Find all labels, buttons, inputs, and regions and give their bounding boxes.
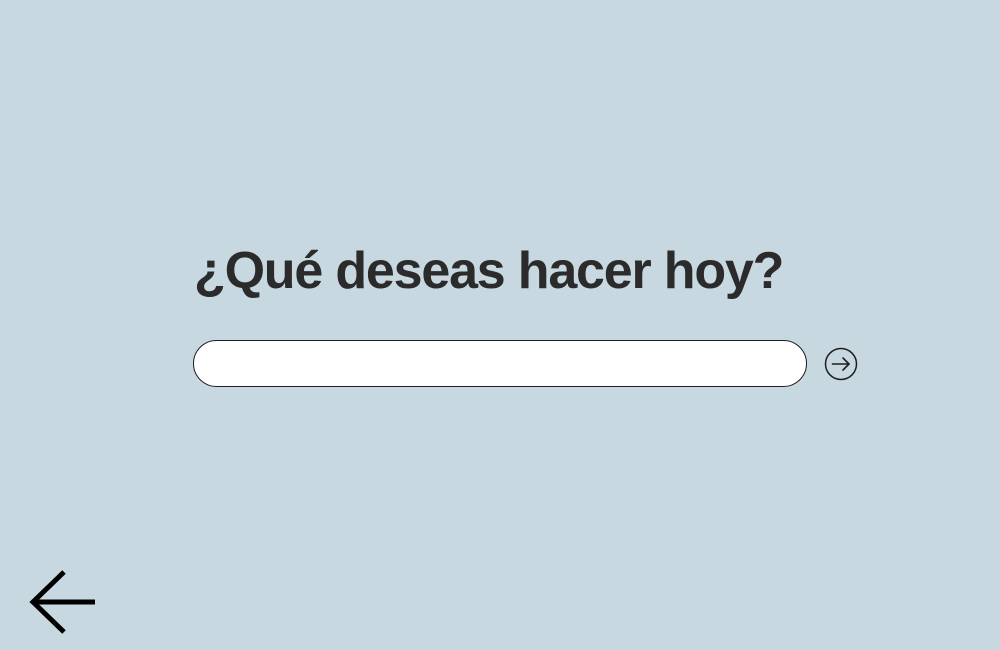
search-input[interactable] <box>193 340 807 387</box>
prompt-screen: ¿Qué deseas hacer hoy? <box>0 0 1000 650</box>
arrow-left-icon <box>28 568 98 636</box>
back-button[interactable] <box>28 568 98 636</box>
arrow-right-circle-icon <box>824 347 858 381</box>
page-title: ¿Qué deseas hacer hoy? <box>194 242 784 300</box>
submit-button[interactable] <box>824 347 858 381</box>
